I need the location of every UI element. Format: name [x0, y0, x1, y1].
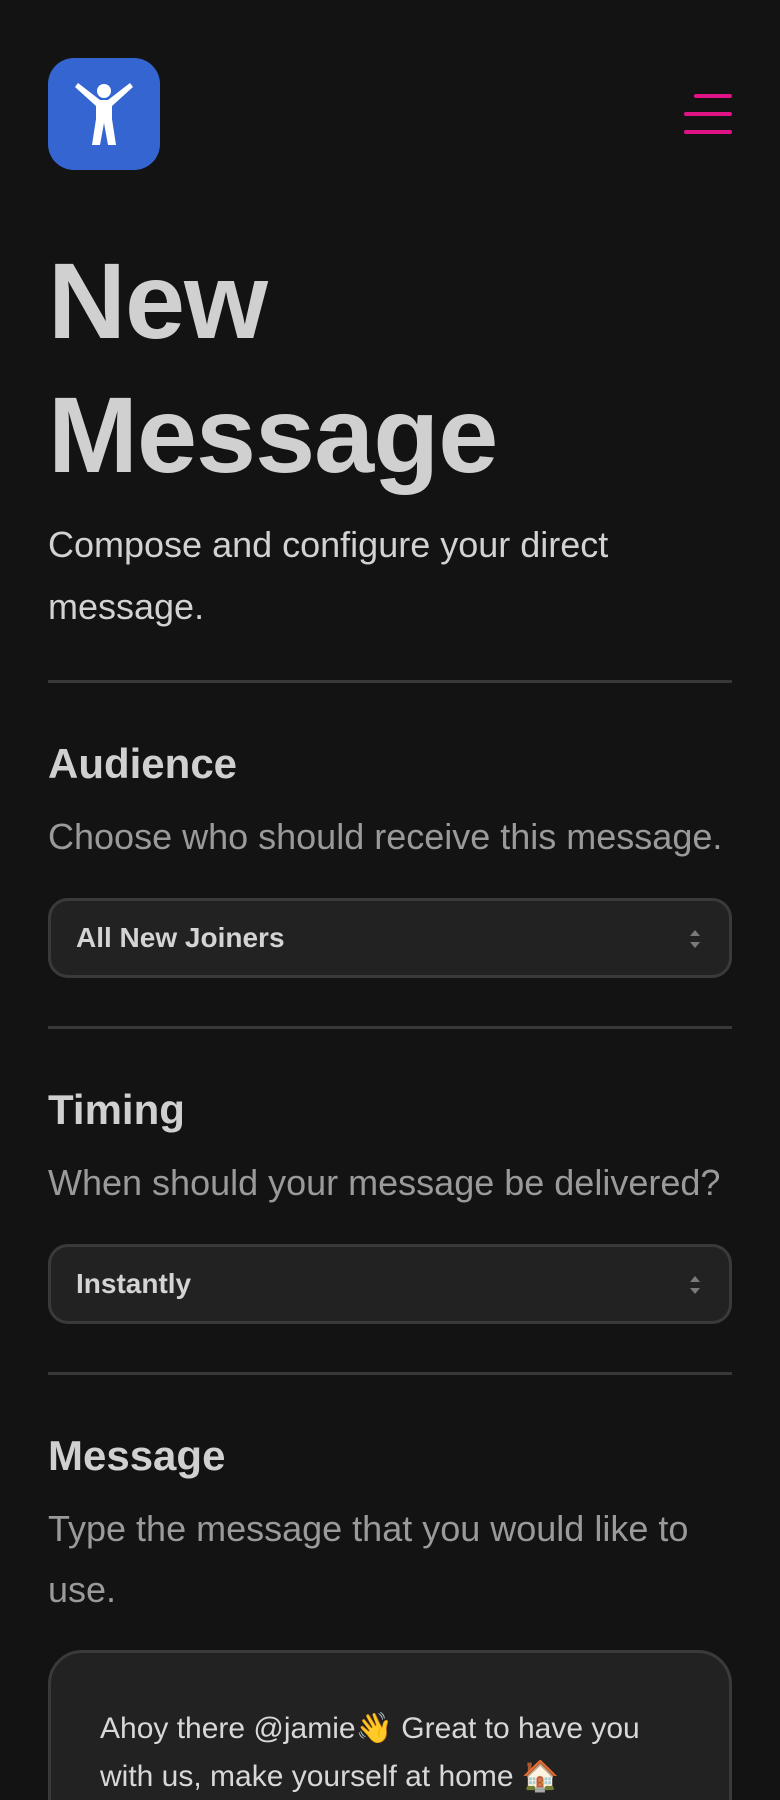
menu-bar [684, 112, 732, 116]
message-textarea[interactable]: Ahoy there @jamie👋 Great to have you wit… [48, 1650, 732, 1800]
audience-selected-value: All New Joiners [76, 922, 285, 953]
menu-bar [684, 130, 732, 134]
select-caret-icon [690, 930, 700, 948]
page-subtitle: Compose and configure your direct messag… [48, 524, 609, 627]
app-logo[interactable] [48, 58, 160, 170]
audience-section-title: Audience [48, 740, 238, 787]
timing-selected-value: Instantly [76, 1268, 192, 1299]
hamburger-menu-icon[interactable] [684, 94, 732, 134]
menu-bar [694, 94, 732, 98]
page-title-line-1: New [48, 240, 268, 361]
timing-section-description: When should your message be delivered? [48, 1162, 721, 1203]
person-arms-raised-icon [75, 83, 133, 145]
page-title-line-2: Message [48, 374, 498, 495]
message-section-title: Message [48, 1432, 226, 1479]
timing-select[interactable]: Instantly [48, 1244, 732, 1324]
section-divider [48, 680, 732, 683]
audience-section-description: Choose who should receive this message. [48, 816, 723, 857]
select-caret-icon [690, 1276, 700, 1294]
page-title: New Message [48, 234, 732, 502]
audience-select[interactable]: All New Joiners [48, 898, 732, 978]
app-header [48, 58, 732, 170]
section-divider [48, 1372, 732, 1375]
section-divider [48, 1026, 732, 1029]
message-text: Ahoy there @jamie👋 Great to have you wit… [100, 1712, 640, 1793]
timing-section-title: Timing [48, 1086, 185, 1133]
message-section-description: Type the message that you would like to … [48, 1508, 689, 1610]
